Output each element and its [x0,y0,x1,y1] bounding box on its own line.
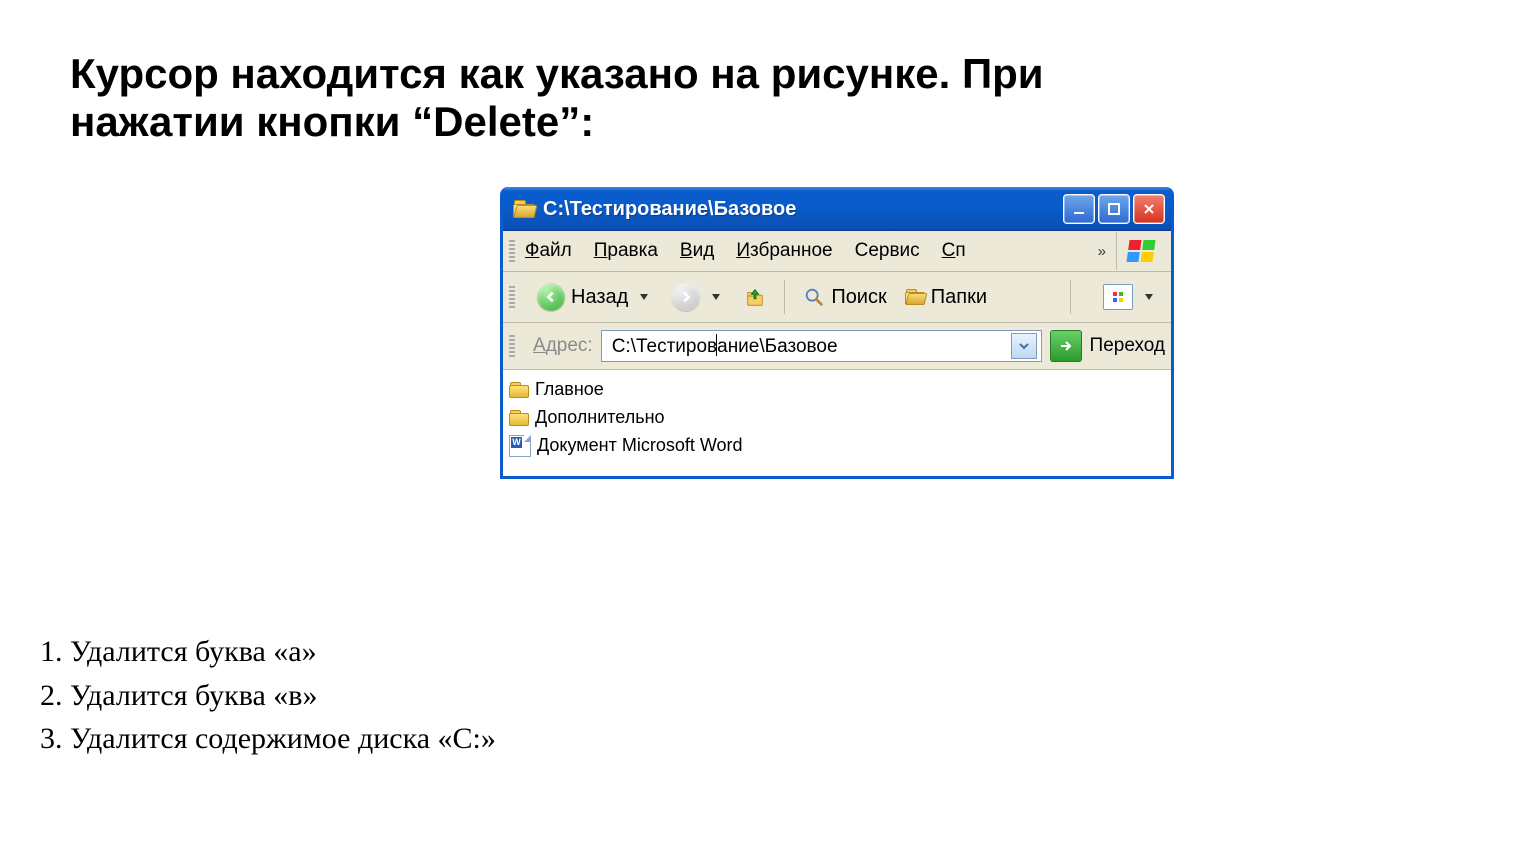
go-label: Переход [1090,335,1165,357]
back-arrow-icon [537,283,565,311]
menu-help-truncated[interactable]: Сп [942,240,966,262]
folder-icon [509,382,529,398]
forward-arrow-icon [672,283,700,311]
dropdown-arrow-icon[interactable] [1145,294,1153,300]
back-button[interactable]: Назад [531,279,660,315]
menu-file[interactable]: Файл [525,240,572,262]
address-text: С:\Тестирование\Базовое [612,334,838,358]
item-name: Дополнительно [535,404,665,432]
folders-label: Папки [931,286,987,309]
toolbar: Назад Поиск [503,272,1171,323]
menu-edit[interactable]: Правка [594,240,658,262]
back-label: Назад [571,286,628,309]
go-button[interactable] [1050,330,1082,362]
item-name: Документ Microsoft Word [537,432,743,460]
menu-overflow-button[interactable]: » [1098,243,1116,260]
folder-open-icon [513,200,535,218]
forward-button[interactable] [666,279,732,315]
search-label: Поиск [831,286,886,309]
address-label: Адрес: [533,335,593,357]
toolbar-separator [1070,280,1071,314]
address-bar: Адрес: С:\Тестирование\Базовое Переход [503,323,1171,370]
search-button[interactable]: Поиск [797,282,892,313]
answer-option: 3. Удалится содержимое диска «С:» [40,717,496,761]
maximize-button[interactable] [1098,194,1130,224]
folder-open-icon [905,289,925,305]
word-document-icon [509,435,531,457]
dropdown-arrow-icon[interactable] [640,294,648,300]
question-heading: Курсор находится как указано на рисунке.… [70,50,1170,147]
list-item[interactable]: Дополнительно [509,404,1165,432]
views-button[interactable] [1083,280,1165,314]
folder-icon [509,410,529,426]
menu-favorites[interactable]: Избранное [736,240,832,262]
menu-bar: Файл Правка Вид Избранное Сервис Сп » [503,231,1171,272]
menu-view[interactable]: Вид [680,240,714,262]
views-icon [1103,284,1133,310]
toolbar-grip-icon[interactable] [509,286,515,308]
windows-flag-icon [1116,232,1165,270]
dropdown-arrow-icon[interactable] [712,294,720,300]
menu-tools[interactable]: Сервис [855,240,920,262]
answer-option: 2. Удалится буква «в» [40,674,496,718]
close-button[interactable] [1133,194,1165,224]
up-one-level-button[interactable] [738,282,772,312]
address-input[interactable]: С:\Тестирование\Базовое [601,330,1042,362]
explorer-window: C:\Тестирование\Базовое Файл Правка Вид … [500,187,1174,479]
window-title: C:\Тестирование\Базовое [543,198,1063,221]
titlebar[interactable]: C:\Тестирование\Базовое [503,187,1171,231]
toolbar-grip-icon[interactable] [509,240,515,262]
toolbar-separator [784,280,785,314]
address-dropdown-button[interactable] [1011,333,1037,359]
minimize-button[interactable] [1063,194,1095,224]
answer-option: 1. Удалится буква «а» [40,630,496,674]
item-name: Главное [535,376,604,404]
answer-list: 1. Удалится буква «а» 2. Удалится буква … [40,630,496,761]
folder-content[interactable]: Главное Дополнительно Документ Microsoft… [503,370,1171,476]
list-item[interactable]: Главное [509,376,1165,404]
folders-button[interactable]: Папки [899,282,993,313]
list-item[interactable]: Документ Microsoft Word [509,432,1165,460]
toolbar-grip-icon[interactable] [509,335,515,357]
